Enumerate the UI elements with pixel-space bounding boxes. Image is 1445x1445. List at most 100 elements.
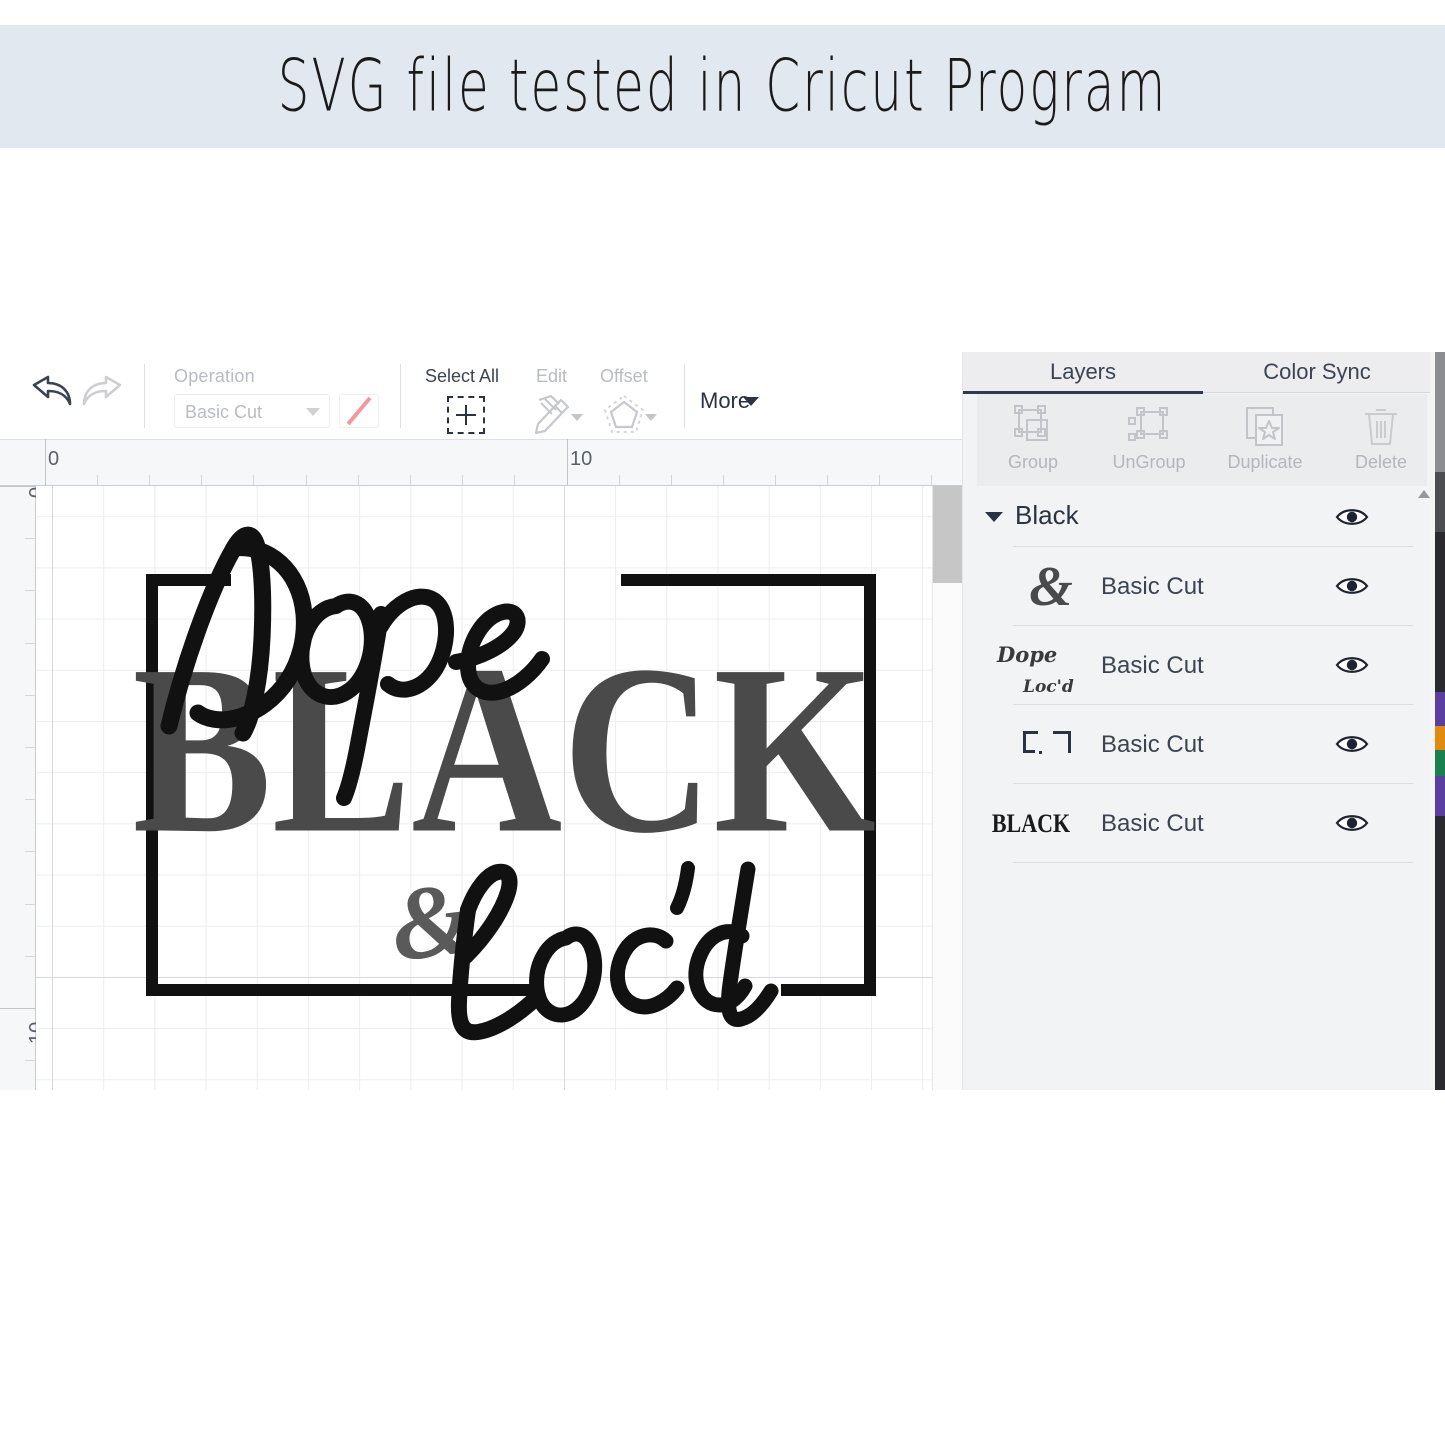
layer-actions-bar: Group UnGroup Duplicate Delete <box>977 394 1427 486</box>
eye-icon[interactable] <box>1335 575 1369 597</box>
banner-title: SVG file tested in Cricut Program <box>277 44 1168 129</box>
dope-locd-script-thumb: Dope Loc'd <box>981 626 1089 704</box>
vertical-ruler: 0 10 <box>0 486 48 1090</box>
ruler-minor-tick <box>358 475 359 485</box>
sliver-band <box>1435 532 1445 692</box>
duplicate-button[interactable]: Duplicate <box>1209 402 1321 480</box>
ruler-minor-tick <box>25 695 35 696</box>
ruler-minor-tick <box>25 590 35 591</box>
ruler-minor-tick <box>25 1060 35 1061</box>
sliver-band <box>1435 750 1445 776</box>
ruler-minor-tick <box>619 475 620 485</box>
ruler-minor-tick <box>25 538 35 539</box>
ruler-minor-tick <box>201 475 202 485</box>
sliver-band <box>1435 352 1445 472</box>
line-color-swatch[interactable] <box>339 394 379 428</box>
background-window-sliver <box>1430 352 1445 1090</box>
ruler-minor-tick <box>410 475 411 485</box>
svg-text:Dope: Dope <box>996 642 1057 667</box>
panel-tab-bar: Layers Color Sync <box>963 352 1431 394</box>
sliver-band <box>1435 472 1445 532</box>
design-canvas[interactable]: BLACK & <box>36 486 932 1090</box>
trash-icon <box>1359 404 1403 448</box>
eye-icon[interactable] <box>1335 812 1369 834</box>
delete-button[interactable]: Delete <box>1325 402 1437 480</box>
duplicate-icon <box>1243 404 1287 448</box>
layer-divider <box>1013 862 1413 863</box>
sliver-band <box>1435 726 1445 750</box>
layer-operation-label: Basic Cut <box>1101 731 1204 758</box>
eye-icon[interactable] <box>1335 506 1369 528</box>
group-label: Group <box>1007 452 1059 472</box>
ruler-tick-h-10: 10 <box>570 448 593 470</box>
ruler-minor-tick <box>97 475 98 485</box>
horizontal-ruler: 0 10 <box>0 439 962 486</box>
offset-chevron-down-icon[interactable] <box>645 414 657 421</box>
ruler-minor-tick <box>462 475 463 485</box>
layer-row-ampersand[interactable]: & Basic Cut <box>963 547 1413 625</box>
redo-icon[interactable] <box>80 374 132 416</box>
eye-icon[interactable] <box>1335 733 1369 755</box>
layer-row-black-wordmark[interactable]: BLACK Basic Cut <box>963 784 1413 862</box>
ungroup-label: UnGroup <box>1112 452 1186 472</box>
ruler-minor-tick <box>25 643 35 644</box>
diagonal-line-icon <box>346 396 372 426</box>
tab-layers[interactable]: Layers <box>963 352 1203 392</box>
ruler-minor-tick <box>25 747 35 748</box>
select-all-button[interactable] <box>447 396 487 436</box>
more-chevron-down-icon[interactable] <box>743 397 759 406</box>
ruler-minor-tick <box>25 799 35 800</box>
layer-operation-label: Basic Cut <box>1101 573 1204 600</box>
ruler-major-tick <box>567 439 568 485</box>
layer-group-name: Black <box>1015 500 1079 530</box>
svg-text:Loc'd: Loc'd <box>1022 677 1074 697</box>
offset-label: Offset <box>600 366 648 386</box>
cricut-design-space-screenshot: Operation Basic Cut Select All Edit Offs… <box>0 352 1445 1090</box>
tab-bottom-rule <box>1203 392 1431 393</box>
ruler-minor-tick <box>306 475 307 485</box>
layer-operation-label: Basic Cut <box>1101 810 1204 837</box>
page-root: SVG file tested in Cricut Program Operat… <box>0 0 1445 1445</box>
ruler-minor-tick <box>253 475 254 485</box>
ruler-minor-tick <box>25 956 35 957</box>
top-toolbar: Operation Basic Cut Select All Edit Offs… <box>0 352 962 440</box>
edit-label: Edit <box>536 366 568 386</box>
canvas-grid-major <box>36 486 932 1090</box>
ruler-tick-h-0: 0 <box>48 448 60 470</box>
bracket-frame-thumb <box>1013 705 1089 783</box>
canvas-vertical-scrollbar[interactable] <box>932 486 963 1090</box>
ruler-major-tick <box>45 439 46 485</box>
pencil-ruler-icon <box>534 394 570 435</box>
edit-chevron-down-icon[interactable] <box>571 414 583 421</box>
ruler-major-tick <box>0 486 35 487</box>
canvas-scrollbar-thumb[interactable] <box>933 486 963 583</box>
delete-label: Delete <box>1354 452 1408 472</box>
toolbar-divider-3 <box>684 364 685 428</box>
group-button[interactable]: Group <box>977 402 1089 480</box>
tab-color-sync[interactable]: Color Sync <box>1203 352 1431 392</box>
layer-group-black[interactable]: Black <box>963 488 1413 546</box>
sliver-band <box>1435 692 1445 726</box>
duplicate-label: Duplicate <box>1227 452 1303 472</box>
toolbar-divider-1 <box>144 364 145 428</box>
operation-select[interactable]: Basic Cut <box>174 394 330 428</box>
ruler-minor-tick <box>931 475 932 485</box>
black-wordmark-thumb: BLACK <box>973 784 1089 862</box>
ruler-minor-tick <box>25 904 35 905</box>
offset-polygon-icon <box>603 394 645 433</box>
layer-row-bracket-frame[interactable]: Basic Cut <box>963 705 1413 783</box>
panel-vertical-scrollbar[interactable] <box>1417 486 1430 1090</box>
offset-button[interactable] <box>602 394 646 434</box>
eye-icon[interactable] <box>1335 654 1369 676</box>
ungroup-button[interactable]: UnGroup <box>1093 402 1205 480</box>
undo-icon[interactable] <box>22 374 74 416</box>
layers-panel: Layers Color Sync Group UnGroup Duplicat… <box>962 352 1431 1090</box>
layer-operation-label: Basic Cut <box>1101 652 1204 679</box>
group-expand-chevron-down-icon[interactable] <box>985 512 1003 522</box>
ruler-minor-tick <box>25 851 35 852</box>
svg-text:&: & <box>1029 556 1073 618</box>
chevron-down-icon <box>306 408 320 416</box>
select-all-icon <box>447 396 485 434</box>
scroll-up-arrow-icon[interactable] <box>1418 490 1430 498</box>
layer-row-dope-locd[interactable]: Dope Loc'd Basic Cut <box>963 626 1413 704</box>
